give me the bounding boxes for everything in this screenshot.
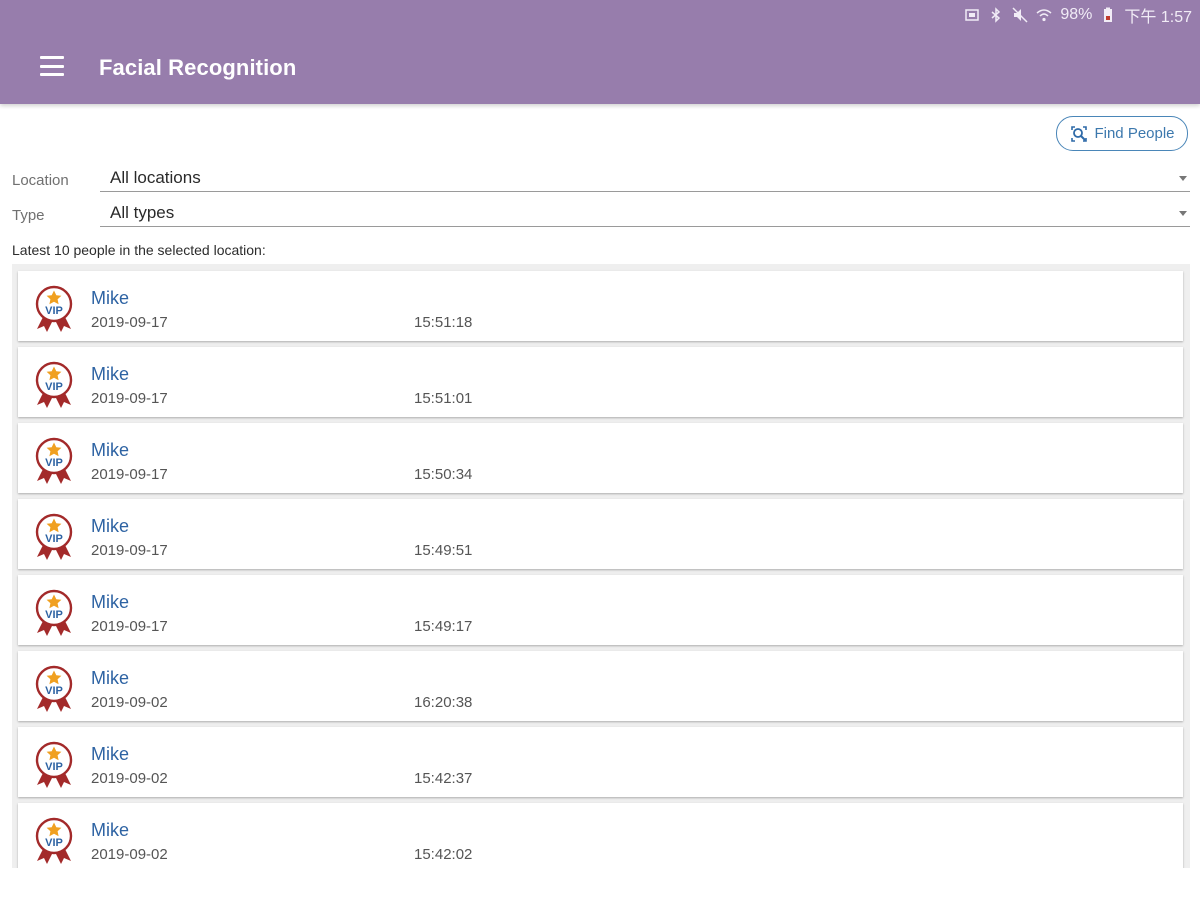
person-date: 2019-09-17 [91, 466, 168, 483]
status-bar: 98% 下午 1:57 [964, 4, 1192, 26]
dropdown-arrow-icon [1179, 211, 1187, 216]
type-filter: Type All types [0, 199, 1200, 229]
person-name: Mike [91, 744, 130, 764]
clock: 下午 1:57 [1124, 9, 1192, 26]
face-search-icon [1069, 124, 1089, 144]
person-time: 15:51:18 [414, 314, 473, 331]
find-people-button[interactable]: Find People [1056, 116, 1188, 151]
bluetooth-icon [988, 7, 1004, 23]
mute-icon [1012, 7, 1028, 23]
type-value: All types [110, 203, 175, 222]
person-name: Mike [91, 592, 130, 612]
vip-badge-icon: VIP [34, 513, 74, 561]
location-label: Location [12, 172, 69, 189]
vip-badge-icon: VIP [34, 817, 74, 865]
person-date: 2019-09-17 [91, 618, 168, 635]
svg-text:VIP: VIP [45, 533, 63, 545]
vip-badge-icon: VIP [34, 437, 74, 485]
person-time: 15:49:17 [414, 618, 473, 635]
person-name: Mike [91, 820, 130, 840]
person-name: Mike [91, 440, 130, 460]
person-date: 2019-09-02 [91, 694, 168, 711]
person-date: 2019-09-02 [91, 770, 168, 787]
person-name: Mike [91, 288, 130, 308]
vip-badge-icon: VIP [34, 741, 74, 789]
list-caption: Latest 10 people in the selected locatio… [12, 242, 266, 258]
list-item[interactable]: VIP Mike 2019-09-02 15:42:02 [18, 803, 1183, 868]
person-name: Mike [91, 364, 130, 384]
location-select[interactable]: All locations [100, 164, 1190, 192]
person-time: 15:42:37 [414, 770, 473, 787]
person-time: 15:49:51 [414, 542, 473, 559]
wifi-icon [1036, 7, 1052, 23]
svg-text:VIP: VIP [45, 609, 63, 621]
app-bar: 98% 下午 1:57 Facial Recognition [0, 0, 1200, 104]
list-item[interactable]: VIP Mike 2019-09-17 15:51:01 [18, 347, 1183, 417]
battery-percent: 98% [1060, 6, 1093, 23]
person-time: 15:51:01 [414, 390, 473, 407]
list-item[interactable]: VIP Mike 2019-09-02 16:20:38 [18, 651, 1183, 721]
person-name: Mike [91, 668, 130, 688]
battery-icon [1100, 7, 1116, 23]
dropdown-arrow-icon [1179, 176, 1187, 181]
vip-badge-icon: VIP [34, 589, 74, 637]
svg-text:VIP: VIP [45, 457, 63, 469]
person-date: 2019-09-02 [91, 846, 168, 863]
person-name: Mike [91, 516, 130, 536]
person-time: 15:42:02 [414, 846, 473, 863]
list-item[interactable]: VIP Mike 2019-09-17 15:49:17 [18, 575, 1183, 645]
people-list[interactable]: VIP Mike 2019-09-17 15:51:18 VIP Mike 20… [12, 264, 1190, 868]
svg-text:VIP: VIP [45, 381, 63, 393]
hamburger-menu-icon[interactable] [38, 54, 66, 78]
location-filter: Location All locations [0, 164, 1200, 194]
list-item[interactable]: VIP Mike 2019-09-02 15:42:37 [18, 727, 1183, 797]
svg-text:VIP: VIP [45, 305, 63, 317]
type-select[interactable]: All types [100, 199, 1190, 227]
person-time: 15:50:34 [414, 466, 473, 483]
person-date: 2019-09-17 [91, 314, 168, 331]
screenshot-icon [964, 7, 980, 23]
person-time: 16:20:38 [414, 694, 473, 711]
type-label: Type [12, 207, 45, 224]
list-item[interactable]: VIP Mike 2019-09-17 15:49:51 [18, 499, 1183, 569]
list-item[interactable]: VIP Mike 2019-09-17 15:51:18 [18, 271, 1183, 341]
page-title: Facial Recognition [99, 55, 297, 80]
vip-badge-icon: VIP [34, 361, 74, 409]
person-date: 2019-09-17 [91, 390, 168, 407]
svg-text:VIP: VIP [45, 685, 63, 697]
find-people-label: Find People [1094, 125, 1175, 142]
svg-text:VIP: VIP [45, 837, 63, 849]
vip-badge-icon: VIP [34, 285, 74, 333]
location-value: All locations [110, 168, 201, 187]
list-item[interactable]: VIP Mike 2019-09-17 15:50:34 [18, 423, 1183, 493]
person-date: 2019-09-17 [91, 542, 168, 559]
vip-badge-icon: VIP [34, 665, 74, 713]
svg-text:VIP: VIP [45, 761, 63, 773]
